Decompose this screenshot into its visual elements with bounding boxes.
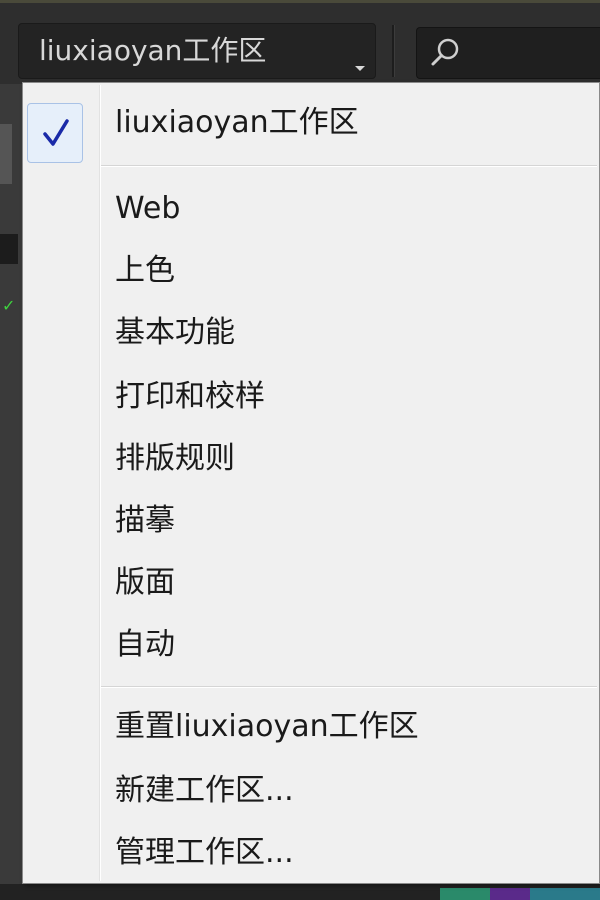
- menu-item-label: 新建工作区...: [115, 773, 294, 808]
- menu-item-workspace-tracing[interactable]: 描摹: [23, 493, 599, 549]
- menu-item-workspace-coloring[interactable]: 上色: [23, 243, 599, 299]
- menu-item-label: 自动: [115, 627, 175, 662]
- menu-separator: [101, 165, 597, 167]
- menu-item-label: 基本功能: [115, 315, 235, 350]
- color-swatch: [490, 888, 530, 900]
- menu-item-label: 上色: [115, 253, 175, 288]
- menu-item-workspace-typography[interactable]: 排版规则: [23, 431, 599, 487]
- menu-item-current-workspace[interactable]: liuxiaoyan工作区: [23, 99, 599, 167]
- background-bottom-strip: [0, 884, 600, 900]
- color-swatch: [440, 888, 490, 900]
- toolbar-divider: [392, 25, 395, 77]
- menu-item-new-workspace[interactable]: 新建工作区...: [23, 763, 599, 819]
- menu-item-workspace-automation[interactable]: 自动: [23, 617, 599, 673]
- menu-item-label: 管理工作区...: [115, 835, 294, 870]
- panel-block: [0, 234, 18, 264]
- panel-arrow-icon: ✓: [2, 296, 16, 315]
- top-toolbar: liuxiaoyan工作区: [0, 0, 600, 84]
- workspace-switcher-label: liuxiaoyan工作区: [39, 34, 267, 67]
- menu-item-label: 打印和校样: [115, 379, 265, 414]
- background-panel-edge: ✓: [0, 84, 22, 900]
- menu-item-label: 排版规则: [115, 441, 235, 476]
- color-swatch: [530, 888, 600, 900]
- menu-item-reset-workspace[interactable]: 重置liuxiaoyan工作区: [23, 699, 599, 755]
- menu-item-workspace-layout[interactable]: 版面: [23, 555, 599, 611]
- menu-item-manage-workspaces[interactable]: 管理工作区...: [23, 825, 599, 881]
- menu-item-workspace-print-proof[interactable]: 打印和校样: [23, 369, 599, 425]
- caret-down-icon: [355, 66, 365, 71]
- menu-separator: [101, 686, 597, 688]
- check-indicator: [27, 103, 83, 163]
- app-window: liuxiaoyan工作区 ✓ liuxiaoyan工作区 Web 上色 基本功…: [0, 0, 600, 900]
- menu-item-label: 重置liuxiaoyan工作区: [115, 709, 419, 744]
- menu-item-label: 版面: [115, 565, 175, 600]
- menu-item-label: liuxiaoyan工作区: [115, 105, 359, 140]
- menu-item-label: 描摹: [115, 503, 175, 538]
- menu-item-label: Web: [115, 191, 181, 226]
- menu-item-workspace-web[interactable]: Web: [23, 181, 599, 237]
- workspace-dropdown-menu: liuxiaoyan工作区 Web 上色 基本功能 打印和校样 排版规则 描摹 …: [22, 82, 600, 884]
- checkmark-icon: [43, 119, 69, 146]
- search-icon: [431, 38, 459, 66]
- workspace-switcher-button[interactable]: liuxiaoyan工作区: [18, 23, 376, 79]
- search-input[interactable]: [416, 27, 600, 79]
- panel-handle: [0, 124, 12, 184]
- menu-item-workspace-essentials[interactable]: 基本功能: [23, 305, 599, 361]
